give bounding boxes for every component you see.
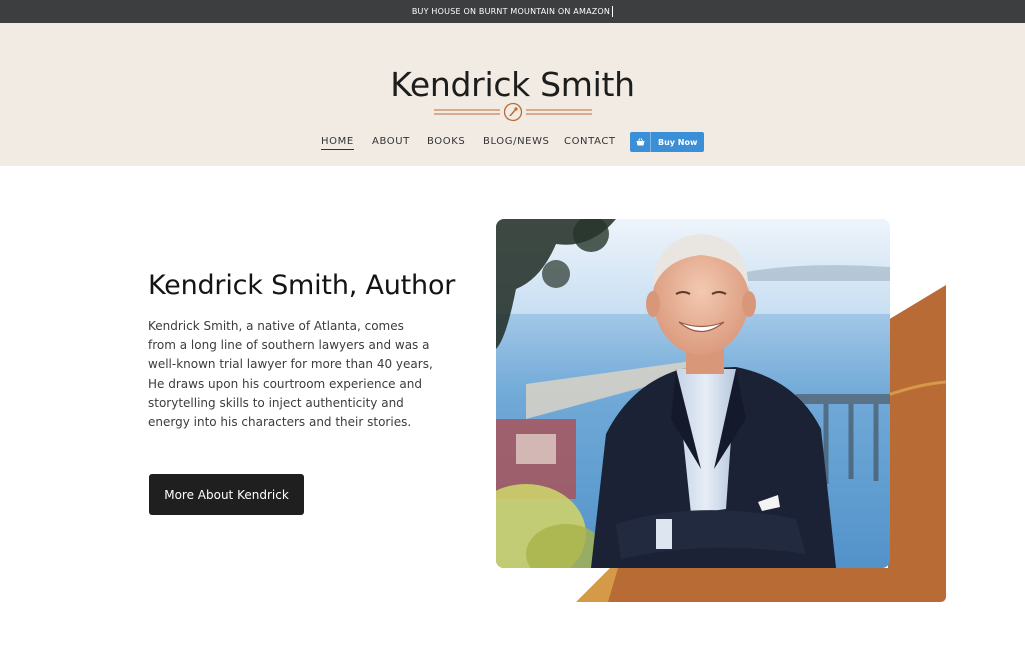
- text-cursor: [612, 6, 614, 17]
- author-portrait: [496, 219, 890, 568]
- site-title[interactable]: Kendrick Smith: [0, 65, 1025, 104]
- buy-now-button[interactable]: Buy Now: [630, 132, 704, 152]
- announcement-link[interactable]: BUY HOUSE ON BURNT MOUNTAIN ON AMAZON: [412, 7, 610, 16]
- buy-now-label: Buy Now: [658, 137, 698, 147]
- nav-item-contact[interactable]: CONTACT: [564, 136, 616, 147]
- author-bio: Kendrick Smith, a native of Atlanta, com…: [148, 317, 433, 432]
- bio-line: Kendrick Smith, a native of Atlanta, com…: [148, 319, 404, 333]
- shopping-basket-icon: [630, 132, 651, 152]
- nav-item-about[interactable]: ABOUT: [372, 136, 410, 147]
- bio-line: well-known trial lawyer for more than 40…: [148, 357, 433, 372]
- bio-line: storytelling skills to inject authentici…: [148, 395, 404, 410]
- bio-line: He draws upon his courtroom experience a…: [148, 376, 422, 391]
- bio-line: energy into his characters and their sto…: [148, 415, 412, 430]
- nav-item-books[interactable]: BOOKS: [427, 136, 465, 147]
- hero-headline: Kendrick Smith, Author: [148, 270, 456, 301]
- bio-line: from a long line of southern lawyers and…: [148, 338, 430, 353]
- main-nav: HOME ABOUT BOOKS BLOG/NEWS CONTACT Buy N…: [0, 131, 1025, 155]
- announcement-bar: BUY HOUSE ON BURNT MOUNTAIN ON AMAZON: [0, 0, 1025, 23]
- more-about-button[interactable]: More About Kendrick: [149, 474, 304, 515]
- nav-item-home[interactable]: HOME: [321, 136, 354, 150]
- site-header: Kendrick Smith HOME ABOUT BOOKS BLOG/NEW…: [0, 23, 1025, 166]
- nav-item-blog-news[interactable]: BLOG/NEWS: [483, 136, 550, 147]
- feather-seal-icon: [434, 102, 592, 122]
